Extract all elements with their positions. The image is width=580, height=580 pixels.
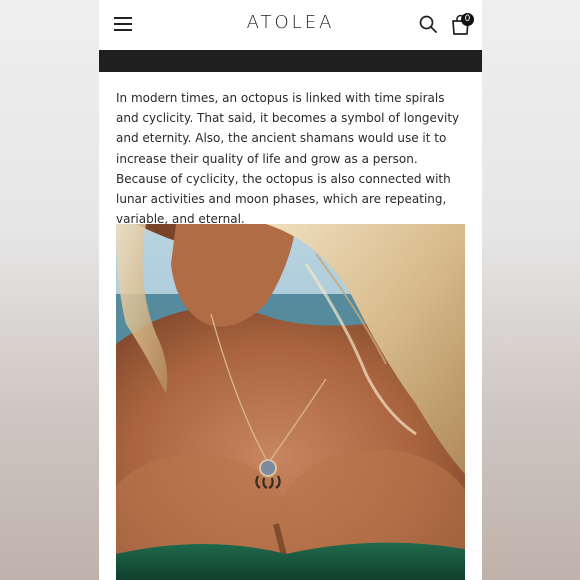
site-header: ATOLEA 0 [99, 0, 482, 50]
article-paragraph: In modern times, an octopus is linked wi… [116, 91, 460, 227]
blurred-backdrop-left [0, 0, 99, 580]
announcement-bar [99, 50, 482, 72]
search-icon[interactable] [419, 15, 437, 33]
product-photo-necklace [116, 224, 465, 580]
mobile-page: ATOLEA 0 In modern times, an octopus is … [99, 0, 482, 580]
cart-count-badge: 0 [461, 13, 474, 26]
blurred-backdrop-right [482, 0, 580, 580]
